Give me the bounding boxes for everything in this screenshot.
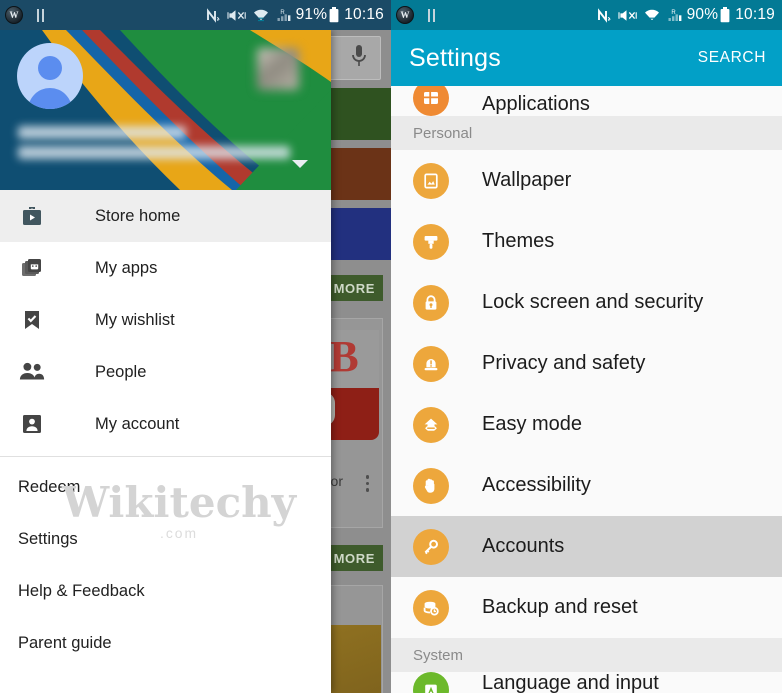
drawer-item-settings[interactable]: Settings <box>0 513 331 565</box>
drawer-menu-list: Store home My apps My wishlist People My… <box>0 190 331 669</box>
themes-brush-icon <box>413 223 449 260</box>
battery-icon <box>720 7 730 23</box>
settings-list: Applications Personal Wallpaper Themes L… <box>391 80 782 693</box>
drawer-item-parent-guide[interactable]: Parent guide <box>0 617 331 669</box>
battery-percent: 91% <box>295 6 328 23</box>
drawer-item-store-home[interactable]: Store home <box>0 190 331 242</box>
settings-row-language-input[interactable]: Language and input <box>391 672 782 693</box>
status-bar-right: W R 90% 10:19 <box>391 0 782 30</box>
drawer-item-label: My apps <box>95 258 158 277</box>
clock: 10:16 <box>344 6 384 23</box>
status-bar-left: W R 91% 10:16 <box>0 0 391 30</box>
settings-row-themes[interactable]: Themes <box>391 211 782 272</box>
drawer-item-my-wishlist[interactable]: My wishlist <box>0 294 331 346</box>
chevron-down-icon[interactable] <box>292 160 308 168</box>
secondary-account-avatar[interactable] <box>257 48 299 90</box>
settings-row-backup-reset[interactable]: Backup and reset <box>391 577 782 638</box>
microphone-icon[interactable] <box>351 44 367 70</box>
nfc-icon <box>597 7 611 23</box>
settings-row-label: Themes <box>482 230 555 252</box>
drawer-item-label: People <box>95 362 147 381</box>
sound-mute-icon <box>618 9 637 21</box>
settings-app-bar: Settings SEARCH <box>391 30 782 86</box>
settings-row-label: Privacy and safety <box>482 352 646 374</box>
lock-icon <box>413 284 449 321</box>
drawer-item-label: Store home <box>95 206 181 225</box>
drawer-item-my-apps[interactable]: My apps <box>0 242 331 294</box>
settings-row-label: Backup and reset <box>482 596 638 618</box>
right-screen-settings: W R 90% 10:19 Settings SEARCH Applicatio… <box>391 0 782 693</box>
account-person-icon <box>17 409 47 439</box>
settings-row-label: Applications <box>482 93 590 115</box>
account-email <box>18 146 290 159</box>
app-card-caption: or <box>330 473 343 489</box>
drawer-item-people[interactable]: People <box>0 346 331 398</box>
settings-row-label: Easy mode <box>482 413 583 435</box>
wikitechy-logo-icon: W <box>5 6 23 24</box>
settings-row-label: Accounts <box>482 535 565 557</box>
roaming-signal-icon: R <box>668 10 681 21</box>
kebab-menu-icon[interactable] <box>365 475 369 492</box>
search-button[interactable]: SEARCH <box>698 49 766 67</box>
page-title: Settings <box>409 43 501 72</box>
drawer-divider <box>0 456 331 457</box>
screenshot-pair: MORE B or MORE W R 91% 10:16 Store home … <box>0 0 782 693</box>
settings-row-label: Language and input <box>482 672 659 693</box>
drawer-item-help-feedback[interactable]: Help & Feedback <box>0 565 331 617</box>
settings-row-label: Wallpaper <box>482 169 572 191</box>
settings-section-system: System <box>391 638 782 672</box>
left-screen-play-store: MORE B or MORE W R 91% 10:16 Store home … <box>0 0 391 693</box>
roaming-signal-icon: R <box>277 10 290 21</box>
settings-row-label: Lock screen and security <box>482 291 704 313</box>
store-bag-icon <box>17 201 47 231</box>
drawer-account-header[interactable] <box>0 30 331 190</box>
backup-reset-icon <box>413 589 449 626</box>
wifi-icon <box>644 9 659 22</box>
pause-indicator-icon <box>37 8 44 22</box>
privacy-alert-icon <box>413 345 449 382</box>
settings-row-easy-mode[interactable]: Easy mode <box>391 394 782 455</box>
people-icon <box>19 362 45 380</box>
navigation-drawer: Store home My apps My wishlist People My… <box>0 30 331 693</box>
drawer-item-my-account[interactable]: My account <box>0 398 331 450</box>
key-icon <box>413 528 449 565</box>
settings-row-accessibility[interactable]: Accessibility <box>391 455 782 516</box>
easy-mode-icon <box>413 406 449 443</box>
settings-row-privacy-safety[interactable]: Privacy and safety <box>391 333 782 394</box>
wikitechy-logo-icon: W <box>396 6 414 24</box>
drawer-item-label: My wishlist <box>95 310 175 329</box>
pause-indicator-icon <box>428 8 435 22</box>
clock: 10:19 <box>735 6 775 23</box>
wallpaper-icon <box>413 162 449 199</box>
drawer-item-label: My account <box>95 414 180 433</box>
status-icons: R <box>597 7 682 23</box>
accessibility-hand-icon <box>413 467 449 504</box>
battery-icon <box>329 7 339 23</box>
bookmark-check-icon <box>17 305 47 335</box>
settings-row-label: Accessibility <box>482 474 591 496</box>
wifi-icon <box>253 9 268 22</box>
account-name <box>18 126 186 139</box>
sound-mute-icon <box>227 9 246 21</box>
language-input-icon <box>413 672 449 693</box>
settings-row-wallpaper[interactable]: Wallpaper <box>391 150 782 211</box>
avatar <box>17 43 83 109</box>
drawer-item-redeem[interactable]: Redeem <box>0 461 331 513</box>
settings-row-applications[interactable]: Applications <box>391 80 782 116</box>
battery-percent: 90% <box>686 6 719 23</box>
settings-row-accounts[interactable]: Accounts <box>391 516 782 577</box>
settings-section-personal: Personal <box>391 116 782 150</box>
settings-row-lock-screen-security[interactable]: Lock screen and security <box>391 272 782 333</box>
my-apps-icon <box>17 253 47 283</box>
nfc-icon <box>206 7 220 23</box>
status-icons: R <box>206 7 291 23</box>
